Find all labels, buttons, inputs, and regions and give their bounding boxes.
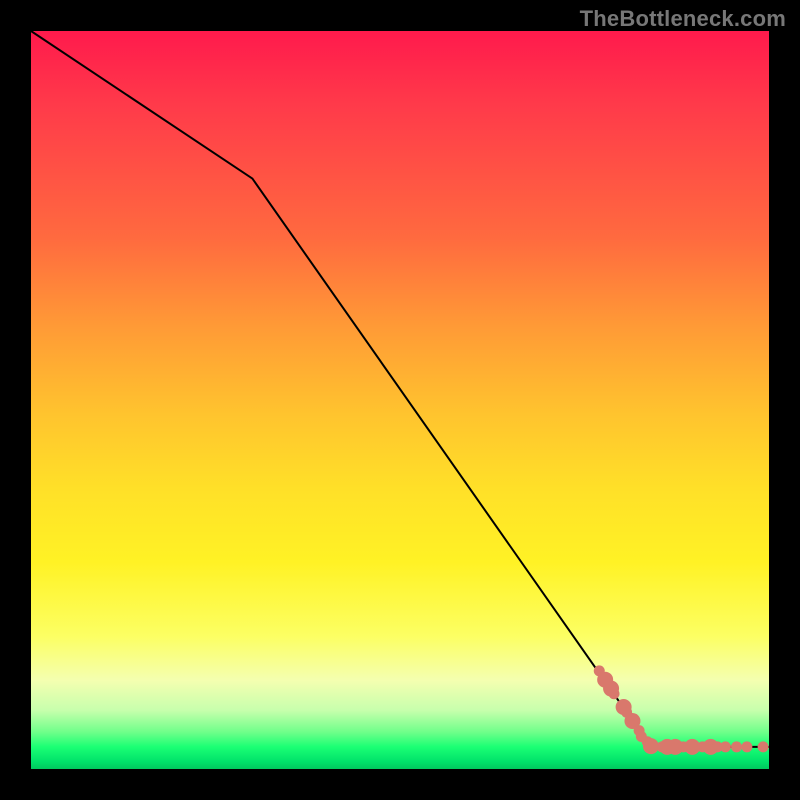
watermark-label: TheBottleneck.com [580, 6, 786, 32]
marker-dot [609, 688, 620, 699]
marker-dot [643, 738, 659, 754]
plot-area [31, 31, 769, 769]
chart-overlay-svg [31, 31, 769, 769]
marker-dot [720, 741, 731, 752]
curve-line [31, 31, 769, 747]
marker-dot [758, 741, 769, 752]
marker-dot [731, 741, 742, 752]
marker-dot [741, 741, 752, 752]
chart-stage: TheBottleneck.com [0, 0, 800, 800]
